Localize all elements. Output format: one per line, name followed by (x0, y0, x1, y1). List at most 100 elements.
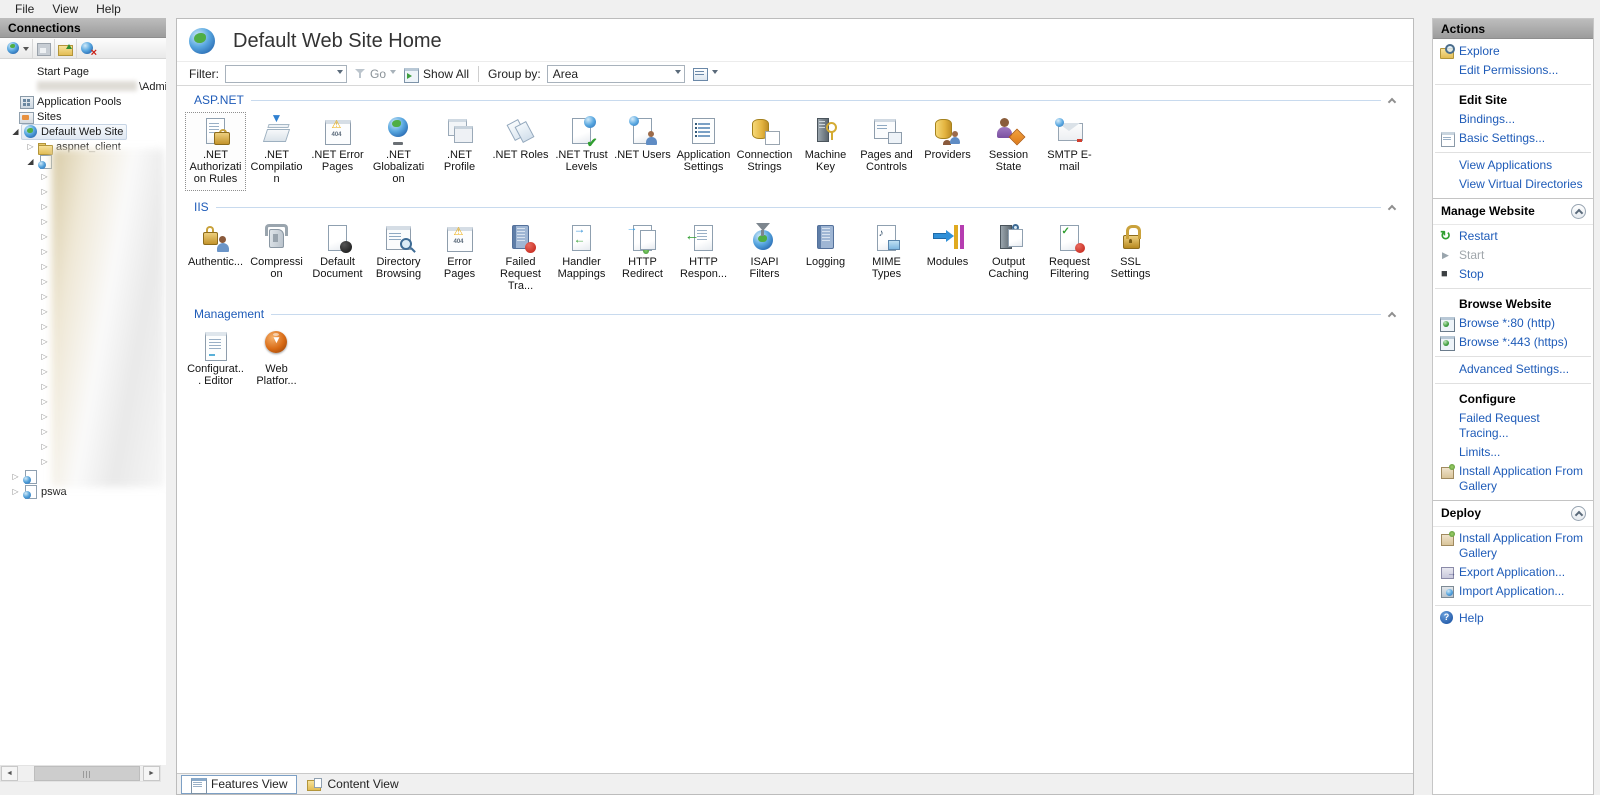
filter-input[interactable] (225, 64, 347, 83)
action-explore[interactable]: Explore (1433, 42, 1593, 61)
scroll-left-button[interactable]: ◄ (1, 766, 18, 781)
show-all-icon[interactable] (404, 67, 420, 83)
actions-separator[interactable] (1435, 84, 1591, 85)
action-basic-settings[interactable]: Basic Settings... (1433, 129, 1593, 148)
collapse-chevron-icon[interactable] (1387, 97, 1397, 107)
tree-expander-icon[interactable] (10, 486, 21, 497)
actions-separator[interactable] (1435, 152, 1591, 153)
feature-net-authorization-rules[interactable]: .NET Authorization Rules (185, 112, 246, 191)
tab-content-view[interactable]: Content View (297, 775, 408, 794)
actions-separator[interactable] (1435, 605, 1591, 606)
tree-expander-icon[interactable] (25, 156, 36, 167)
feature-http-response-headers[interactable]: HTTP Respon... (673, 219, 734, 286)
collapse-chevron-icon[interactable] (1387, 204, 1397, 214)
tree-expander-icon[interactable] (39, 396, 50, 407)
action-advanced-settings[interactable]: Advanced Settings... (1433, 360, 1593, 379)
action-limits[interactable]: Limits... (1433, 443, 1593, 462)
action-help[interactable]: Help (1433, 609, 1593, 628)
feature-providers[interactable]: Providers (917, 112, 978, 167)
horizontal-scrollbar[interactable]: ◄ ► (0, 765, 161, 782)
action-start[interactable]: Start (1433, 246, 1593, 265)
menu-file[interactable]: File (6, 0, 43, 18)
action-stop[interactable]: Stop (1433, 265, 1593, 284)
action-export-application[interactable]: Export Application... (1433, 563, 1593, 582)
feature-request-filtering[interactable]: Request Filtering (1039, 219, 1100, 286)
feature-application-settings[interactable]: Application Settings (673, 112, 734, 179)
view-mode-icon[interactable] (692, 67, 709, 81)
action-view-virtual-directories[interactable]: View Virtual Directories (1433, 175, 1593, 194)
feature-modules[interactable]: Modules (917, 219, 978, 274)
tree-expander-icon[interactable] (39, 246, 50, 257)
feature-net-roles[interactable]: .NET Roles (490, 112, 551, 167)
action-edit-permissions[interactable]: Edit Permissions... (1433, 61, 1593, 80)
feature-isapi-filters[interactable]: ISAPI Filters (734, 219, 795, 286)
action-bindings[interactable]: Bindings... (1433, 110, 1593, 129)
actions-separator[interactable] (1435, 356, 1591, 357)
feature-net-trust-levels[interactable]: .NET Trust Levels (551, 112, 612, 179)
feature-authentication[interactable]: Authentic... (185, 219, 246, 274)
action-deploy-install-application-from-gallery[interactable]: Install Application From Gallery (1433, 529, 1593, 563)
tree-expander-icon[interactable] (39, 186, 50, 197)
actions-separator[interactable] (1435, 288, 1591, 289)
tree-item-start-page[interactable]: Start Page (0, 64, 166, 79)
feature-smtp-email[interactable]: SMTP E-mail (1039, 112, 1100, 179)
feature-configuration-editor[interactable]: Configurat... Editor (185, 326, 246, 393)
tree-expander-icon[interactable] (39, 441, 50, 452)
feature-mime-types[interactable]: MIME Types (856, 219, 917, 286)
feature-ssl-settings[interactable]: SSL Settings (1100, 219, 1161, 286)
scroll-right-button[interactable]: ► (143, 766, 160, 781)
scrollbar-track[interactable] (18, 766, 143, 781)
tree-expander-icon[interactable] (39, 171, 50, 182)
tree-expander-icon[interactable] (39, 201, 50, 212)
feature-session-state[interactable]: Session State (978, 112, 1039, 179)
menu-view[interactable]: View (43, 0, 87, 18)
feature-directory-browsing[interactable]: Directory Browsing (368, 219, 429, 286)
feature-connection-strings[interactable]: Connection Strings (734, 112, 795, 179)
actions-group-configure[interactable]: Configure (1433, 387, 1593, 409)
feature-net-users[interactable]: .NET Users (612, 112, 673, 167)
feature-output-caching[interactable]: Output Caching (978, 219, 1039, 286)
tree-expander-icon[interactable] (39, 381, 50, 392)
feature-http-redirect[interactable]: HTTP Redirect (612, 219, 673, 286)
feature-default-document[interactable]: Default Document (307, 219, 368, 286)
actions-group-browse-website[interactable]: Browse Website (1433, 292, 1593, 314)
feature-error-pages[interactable]: Error Pages (429, 219, 490, 286)
tree-expander-icon[interactable] (39, 216, 50, 227)
tree-expander-icon[interactable] (10, 471, 21, 482)
actions-section-manage-website[interactable]: Manage Website (1433, 198, 1593, 225)
scrollbar-thumb[interactable] (34, 766, 140, 781)
tree-expander-icon[interactable] (39, 366, 50, 377)
feature-net-profile[interactable]: .NET Profile (429, 112, 490, 179)
tree-item-default-web-site[interactable]: Default Web Site (0, 123, 166, 140)
tree-expander-icon[interactable] (39, 411, 50, 422)
feature-compression[interactable]: Compression (246, 219, 307, 286)
tree-expander-icon[interactable] (39, 291, 50, 302)
action-browse-443[interactable]: Browse *:443 (https) (1433, 333, 1593, 352)
feature-web-platform-installer[interactable]: Web Platfor... (246, 326, 307, 393)
action-failed-request-tracing[interactable]: Failed Request Tracing... (1433, 409, 1593, 443)
tree-expander-icon[interactable] (39, 351, 50, 362)
action-import-application[interactable]: Import Application... (1433, 582, 1593, 601)
tree-item-server[interactable]: \Administrato (0, 79, 166, 94)
up-level-button[interactable] (54, 38, 76, 58)
feature-net-globalization[interactable]: .NET Globalization (368, 112, 429, 191)
feature-handler-mappings[interactable]: Handler Mappings (551, 219, 612, 286)
new-connection-button[interactable] (3, 39, 32, 58)
tree-expander-icon[interactable] (25, 141, 36, 152)
go-options-icon[interactable] (390, 70, 397, 77)
delete-connection-button[interactable] (76, 38, 98, 59)
tree-expander-icon[interactable] (39, 336, 50, 347)
feature-machine-key[interactable]: Machine Key (795, 112, 856, 179)
tree-expander-icon[interactable] (39, 426, 50, 437)
collapse-chevron-icon[interactable] (1387, 311, 1397, 321)
view-mode-dropdown-icon[interactable] (711, 70, 718, 77)
menu-help[interactable]: Help (87, 0, 130, 18)
action-view-applications[interactable]: View Applications (1433, 156, 1593, 175)
tree-expander-icon[interactable] (39, 276, 50, 287)
actions-separator[interactable] (1435, 383, 1591, 384)
go-filter-icon[interactable] (355, 68, 367, 79)
show-all-button[interactable]: Show All (423, 67, 469, 81)
action-restart[interactable]: Restart (1433, 227, 1593, 246)
tree-expander-icon[interactable] (39, 261, 50, 272)
tree-expander-icon[interactable] (39, 321, 50, 332)
